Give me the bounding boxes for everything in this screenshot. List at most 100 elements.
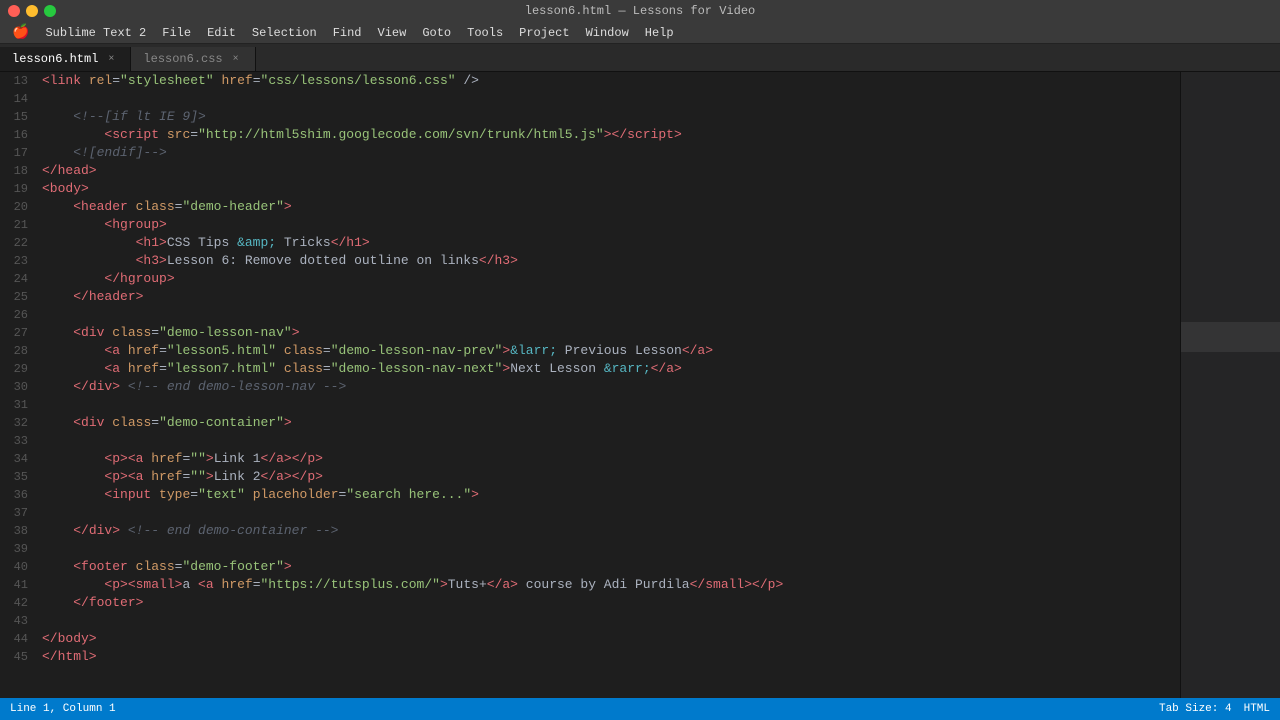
line-number: 42 [0,594,38,612]
code-table: 13<link rel="stylesheet" href="css/lesso… [0,72,1180,666]
table-row: 24 </hgroup> [0,270,1180,288]
line-content: </footer> [38,594,1180,612]
line-number: 39 [0,540,38,558]
line-number: 30 [0,378,38,396]
line-content [38,504,1180,522]
menu-tools[interactable]: Tools [459,22,511,43]
line-content: <!--[if lt IE 9]> [38,108,1180,126]
tab-lesson6-css[interactable]: lesson6.css × [131,47,255,71]
line-content: <body> [38,180,1180,198]
line-number: 33 [0,432,38,450]
tab-close-css[interactable]: × [229,52,243,66]
table-row: 33 [0,432,1180,450]
line-content: </div> <!-- end demo-lesson-nav --> [38,378,1180,396]
menu-selection[interactable]: Selection [244,22,325,43]
table-row: 21 <hgroup> [0,216,1180,234]
table-row: 42 </footer> [0,594,1180,612]
menu-window[interactable]: Window [578,22,637,43]
table-row: 14 [0,90,1180,108]
language-mode: HTML [1244,703,1270,715]
table-row: 25 </header> [0,288,1180,306]
line-content: </body> [38,630,1180,648]
line-number: 25 [0,288,38,306]
line-content: <div class="demo-lesson-nav"> [38,324,1180,342]
menu-goto[interactable]: Goto [414,22,459,43]
table-row: 22 <h1>CSS Tips &amp; Tricks</h1> [0,234,1180,252]
tab-close-html[interactable]: × [104,52,118,66]
line-number: 38 [0,522,38,540]
line-content: <![endif]--> [38,144,1180,162]
tab-size: Tab Size: 4 [1159,703,1232,715]
line-content [38,90,1180,108]
statusbar: Line 1, Column 1 Tab Size: 4 HTML [0,698,1280,720]
table-row: 43 [0,612,1180,630]
line-number: 19 [0,180,38,198]
table-row: 28 <a href="lesson5.html" class="demo-le… [0,342,1180,360]
menu-find[interactable]: Find [325,22,370,43]
line-number: 34 [0,450,38,468]
table-row: 17 <![endif]--> [0,144,1180,162]
menu-sublime[interactable]: Sublime Text 2 [37,22,154,43]
line-content [38,612,1180,630]
table-row: 18</head> [0,162,1180,180]
line-content: <h3>Lesson 6: Remove dotted outline on l… [38,252,1180,270]
line-content: <div class="demo-container"> [38,414,1180,432]
titlebar: lesson6.html — Lessons for Video [0,0,1280,22]
table-row: 13<link rel="stylesheet" href="css/lesso… [0,72,1180,90]
menu-view[interactable]: View [370,22,415,43]
line-number: 15 [0,108,38,126]
table-row: 20 <header class="demo-header"> [0,198,1180,216]
table-row: 15 <!--[if lt IE 9]> [0,108,1180,126]
line-content: <link rel="stylesheet" href="css/lessons… [38,72,1180,90]
line-content [38,396,1180,414]
line-number: 23 [0,252,38,270]
close-button[interactable] [8,5,20,17]
line-number: 36 [0,486,38,504]
table-row: 45</html> [0,648,1180,666]
table-row: 38 </div> <!-- end demo-container --> [0,522,1180,540]
line-number: 40 [0,558,38,576]
line-number: 16 [0,126,38,144]
line-content: <script src="http://html5shim.googlecode… [38,126,1180,144]
line-content: <p><small>a <a href="https://tutsplus.co… [38,576,1180,594]
line-number: 17 [0,144,38,162]
window-title: lesson6.html — Lessons for Video [525,4,755,18]
line-number: 31 [0,396,38,414]
menu-project[interactable]: Project [511,22,577,43]
table-row: 40 <footer class="demo-footer"> [0,558,1180,576]
menu-file[interactable]: File [154,22,199,43]
table-row: 44</body> [0,630,1180,648]
tab-lesson6-html[interactable]: lesson6.html × [0,47,131,71]
line-number: 45 [0,648,38,666]
traffic-lights [8,5,56,17]
table-row: 19<body> [0,180,1180,198]
line-number: 24 [0,270,38,288]
table-row: 36 <input type="text" placeholder="searc… [0,486,1180,504]
table-row: 26 [0,306,1180,324]
line-content: <hgroup> [38,216,1180,234]
line-content: <a href="lesson7.html" class="demo-lesso… [38,360,1180,378]
tab-label: lesson6.css [143,52,222,66]
line-number: 37 [0,504,38,522]
table-row: 16 <script src="http://html5shim.googlec… [0,126,1180,144]
minimap [1180,72,1280,698]
table-row: 23 <h3>Lesson 6: Remove dotted outline o… [0,252,1180,270]
apple-menu[interactable]: 🍎 [4,22,37,43]
line-number: 43 [0,612,38,630]
table-row: 31 [0,396,1180,414]
table-row: 35 <p><a href="">Link 2</a></p> [0,468,1180,486]
table-row: 27 <div class="demo-lesson-nav"> [0,324,1180,342]
line-content: </div> <!-- end demo-container --> [38,522,1180,540]
line-content: <p><a href="">Link 2</a></p> [38,468,1180,486]
maximize-button[interactable] [44,5,56,17]
menu-edit[interactable]: Edit [199,22,244,43]
line-number: 35 [0,468,38,486]
table-row: 29 <a href="lesson7.html" class="demo-le… [0,360,1180,378]
line-number: 44 [0,630,38,648]
line-number: 41 [0,576,38,594]
menu-help[interactable]: Help [637,22,682,43]
line-content: </html> [38,648,1180,666]
code-area[interactable]: 13<link rel="stylesheet" href="css/lesso… [0,72,1180,698]
line-number: 18 [0,162,38,180]
minimize-button[interactable] [26,5,38,17]
